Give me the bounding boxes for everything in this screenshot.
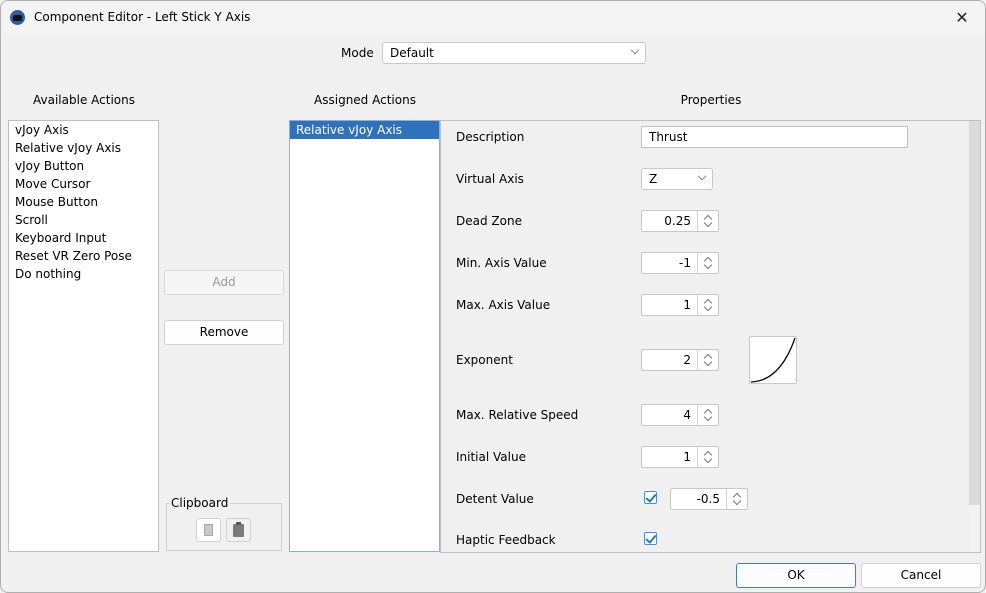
detent-value-label: Detent Value [456,492,534,506]
title-bar: Component Editor - Left Stick Y Axis ✕ [1,1,985,34]
paste-icon [233,521,244,537]
close-button[interactable]: ✕ [939,1,985,34]
list-item[interactable]: Relative vJoy Axis [290,121,439,139]
list-item[interactable]: Scroll [9,211,158,229]
chevron-down-icon [697,171,707,181]
list-item[interactable]: Relative vJoy Axis [9,139,158,157]
properties-title: Properties [680,93,742,107]
available-actions-list[interactable]: vJoy Axis Relative vJoy Axis vJoy Button… [8,120,159,552]
list-item[interactable]: Move Cursor [9,175,158,193]
spin-arrows-icon[interactable] [697,405,718,425]
exponent-label: Exponent [456,353,513,367]
max-axis-value-spinbox[interactable]: 1 [641,294,719,316]
curve-graph [750,337,796,383]
max-relative-speed-spinbox[interactable]: 4 [641,404,719,426]
detent-enabled-checkbox[interactable] [644,491,657,504]
dead-zone-spinbox[interactable]: 0.25 [641,210,719,232]
exponent-curve-preview [749,336,797,384]
mode-label: Mode [341,46,374,60]
initial-value: 1 [683,450,691,464]
mode-select[interactable]: Default [382,42,646,64]
list-item[interactable]: Do nothing [9,265,158,283]
paste-button[interactable] [226,518,251,542]
description-value: Thrust [649,130,688,144]
list-item[interactable]: Keyboard Input [9,229,158,247]
clipboard-group [166,503,282,551]
initial-value-label: Initial Value [456,450,526,464]
list-item[interactable]: vJoy Button [9,157,158,175]
component-editor-dialog: Component Editor - Left Stick Y Axis ✕ M… [0,0,986,593]
max-relative-speed-label: Max. Relative Speed [456,408,579,422]
clipboard-title: Clipboard [169,496,231,510]
virtual-axis-value: Z [649,172,658,186]
max-axis-value-label: Max. Axis Value [456,298,551,312]
spin-arrows-icon[interactable] [697,253,718,273]
spin-arrows-icon[interactable] [697,295,718,315]
spin-arrows-icon[interactable] [726,489,747,509]
window-title: Component Editor - Left Stick Y Axis [34,10,251,24]
close-icon: ✕ [955,8,969,27]
spin-arrows-icon[interactable] [697,447,718,467]
description-input[interactable]: Thrust [641,126,908,148]
spin-arrows-icon[interactable] [697,350,718,370]
dead-zone-label: Dead Zone [456,214,522,228]
curve-line [750,337,796,383]
chevron-down-icon [630,45,640,55]
exponent-spinbox[interactable]: 2 [641,349,719,371]
max-axis-value: 1 [683,298,691,312]
spin-arrows-icon[interactable] [697,211,718,231]
joystick-icon [10,10,25,25]
copy-icon [201,523,213,536]
list-item[interactable]: Mouse Button [9,193,158,211]
remove-button[interactable]: Remove [164,320,284,345]
cancel-button[interactable]: Cancel [861,563,981,588]
list-item[interactable]: Reset VR Zero Pose [9,247,158,265]
assigned-actions-list[interactable]: Relative vJoy Axis [289,120,440,552]
add-button[interactable]: Add [164,270,284,295]
available-actions-title: Available Actions [33,93,135,107]
haptic-feedback-label: Haptic Feedback [456,533,556,547]
virtual-axis-select[interactable]: Z [641,168,713,190]
virtual-axis-label: Virtual Axis [456,172,524,186]
description-label: Description [456,130,525,144]
dead-zone-value: 0.25 [664,214,691,228]
exponent-value: 2 [683,353,691,367]
ok-button[interactable]: OK [736,563,856,588]
copy-button[interactable] [196,518,221,542]
min-axis-value-spinbox[interactable]: -1 [641,252,719,274]
min-axis-value: -1 [679,256,691,270]
initial-value-spinbox[interactable]: 1 [641,446,719,468]
scrollbar-track[interactable] [969,505,980,552]
min-axis-value-label: Min. Axis Value [456,256,547,270]
assigned-actions-title: Assigned Actions [314,93,416,107]
haptic-feedback-checkbox[interactable] [644,532,657,545]
list-item[interactable]: vJoy Axis [9,121,158,139]
mode-select-value: Default [390,46,434,60]
properties-scrollbar[interactable] [969,121,980,505]
detent-value: -0.5 [696,492,720,506]
detent-value-spinbox[interactable]: -0.5 [670,488,748,510]
max-relative-speed-value: 4 [683,408,691,422]
